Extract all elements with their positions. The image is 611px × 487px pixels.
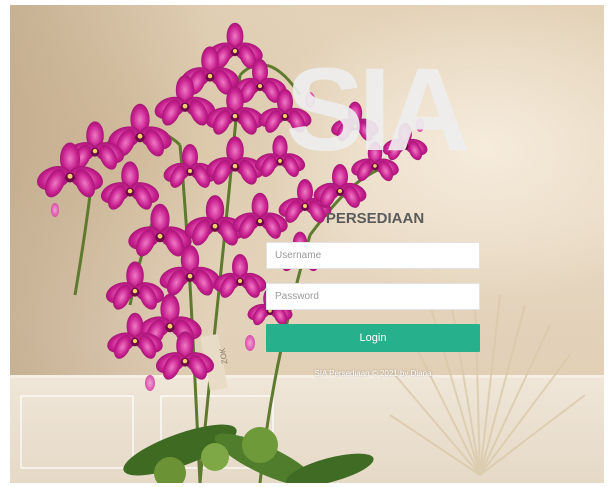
username-input[interactable] [266, 242, 480, 269]
password-input[interactable] [266, 283, 480, 310]
login-page: ZOK SIA PERSEDIAAN Username Login SIA Pe… [10, 5, 604, 483]
app-subtitle: PERSEDIAAN [325, 210, 425, 227]
dried-palm-leaf [389, 289, 586, 476]
footer-copyright: SIA Persediaan © 2021 by Diana [314, 369, 432, 378]
login-button[interactable]: Login [266, 324, 480, 352]
orchid-leaves [123, 424, 374, 483]
app-title: SIA [285, 44, 471, 176]
svg-text:ZOK: ZOK [218, 346, 230, 364]
